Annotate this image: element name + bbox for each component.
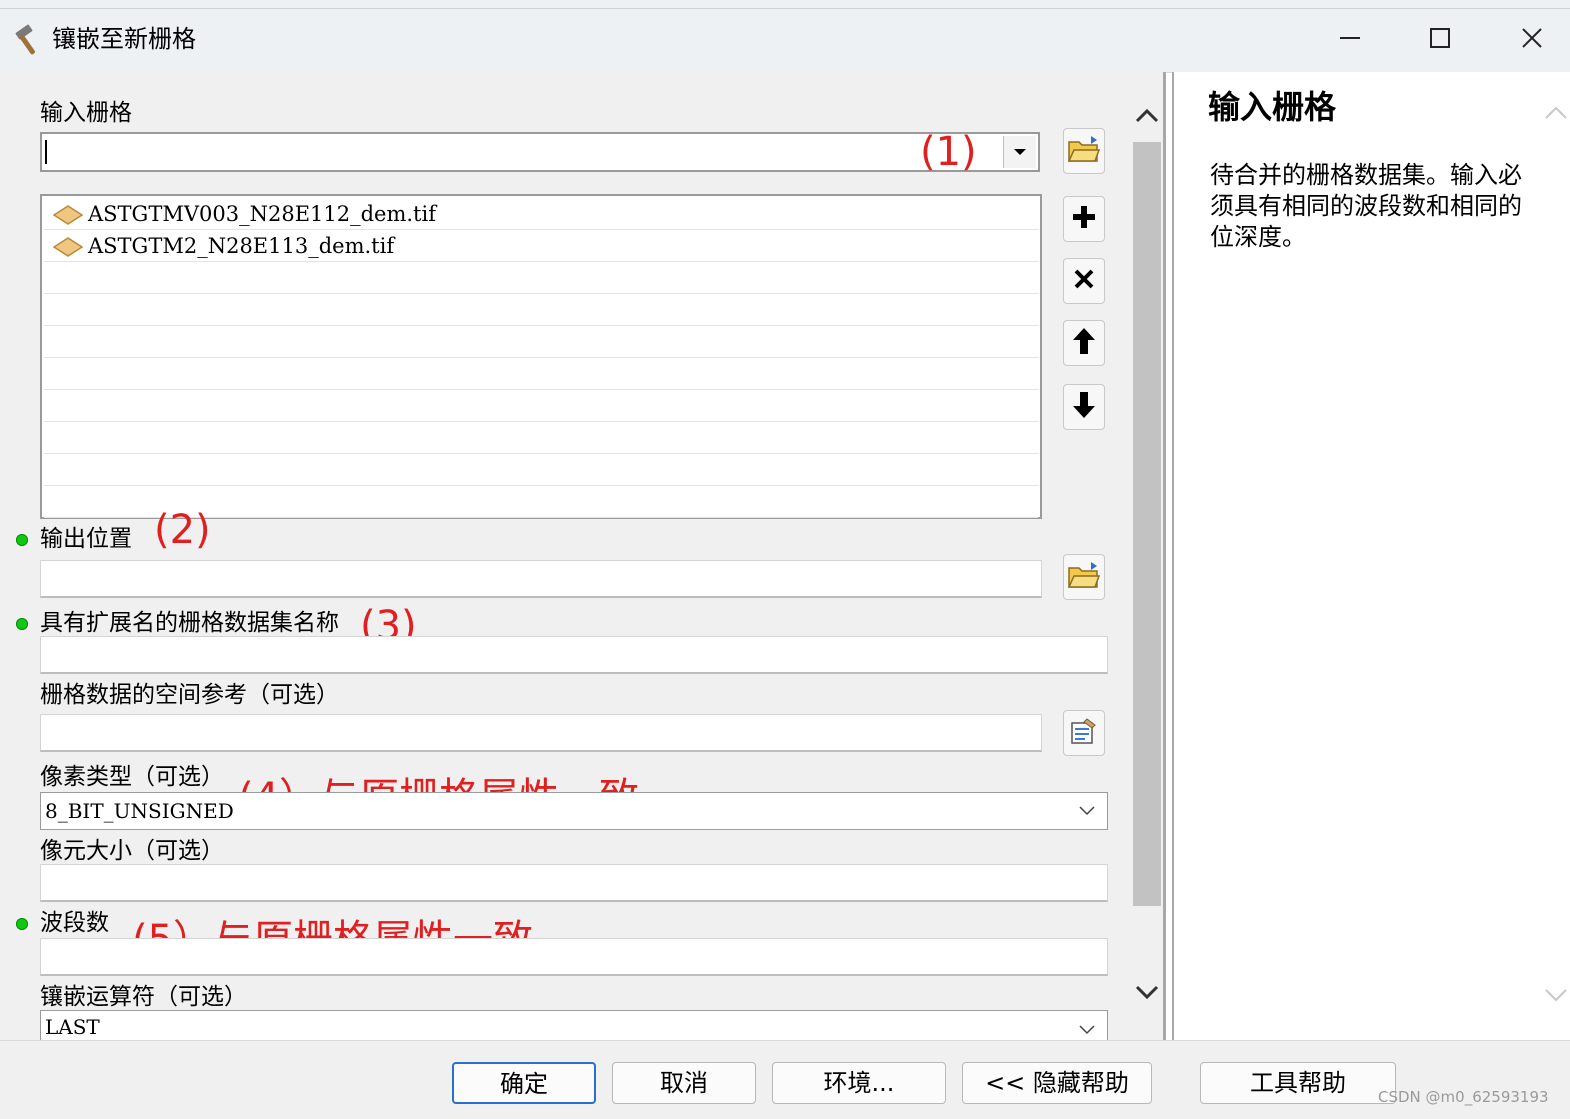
raster-dataset-icon xyxy=(52,204,84,226)
required-dot-icon xyxy=(16,918,28,930)
pixel-type-value: 8_BIT_UNSIGNED xyxy=(45,799,234,823)
required-dot-icon xyxy=(16,618,28,630)
arrow-down-icon xyxy=(1071,390,1097,424)
help-scroll-up-icon[interactable] xyxy=(1544,104,1568,124)
scroll-down-button[interactable] xyxy=(1132,980,1162,1010)
mosaic-operator-label: 镶嵌运算符（可选） xyxy=(40,984,247,1010)
open-folder-icon xyxy=(1067,560,1101,594)
dropdown-arrow-icon[interactable] xyxy=(1003,136,1036,168)
help-scroll-down-icon[interactable] xyxy=(1544,988,1568,1008)
help-text: 待合并的栅格数据集。输入必须具有相同的波段数和相同的位深度。 xyxy=(1210,161,1522,251)
list-item[interactable]: ASTGTM2_N28E113_dem.tif xyxy=(44,230,1038,262)
maximize-button[interactable] xyxy=(1410,14,1470,62)
list-item-label: ASTGTM2_N28E113_dem.tif xyxy=(88,234,395,258)
browse-output-button[interactable] xyxy=(1063,554,1105,600)
pixel-type-label: 像素类型（可选） xyxy=(40,764,224,790)
input-raster-label: 输入栅格 xyxy=(40,100,132,126)
minimize-button[interactable] xyxy=(1320,14,1380,62)
environments-button[interactable]: 环境... xyxy=(772,1062,946,1104)
hide-help-button[interactable]: << 隐藏帮助 xyxy=(962,1062,1152,1104)
cell-size-input[interactable] xyxy=(40,864,1108,902)
band-count-input[interactable] xyxy=(40,938,1108,976)
delete-x-icon xyxy=(1073,268,1095,294)
mosaic-operator-select[interactable]: LAST xyxy=(40,1010,1108,1040)
pixel-type-select[interactable]: 8_BIT_UNSIGNED xyxy=(40,792,1108,830)
move-up-button[interactable] xyxy=(1063,320,1105,366)
close-button[interactable] xyxy=(1502,14,1562,62)
input-raster-list[interactable]: ASTGTMV003_N28E112_dem.tif ASTGTM2_N28E1… xyxy=(40,194,1042,519)
empty-row xyxy=(44,294,1038,326)
tool-help-button[interactable]: 工具帮助 xyxy=(1200,1062,1396,1104)
empty-row xyxy=(44,262,1038,294)
help-title: 输入栅格 xyxy=(1208,88,1337,126)
dataset-name-label: 具有扩展名的栅格数据集名称 xyxy=(40,610,339,636)
raster-dataset-icon xyxy=(52,236,84,258)
text-cursor xyxy=(45,140,47,164)
output-location-input[interactable] xyxy=(40,560,1042,598)
list-item[interactable]: ASTGTMV003_N28E112_dem.tif xyxy=(44,198,1038,230)
dataset-name-input[interactable] xyxy=(40,636,1108,674)
add-button[interactable] xyxy=(1063,196,1105,242)
arrow-up-icon xyxy=(1071,326,1097,360)
scroll-up-button[interactable] xyxy=(1132,102,1162,132)
empty-row xyxy=(44,454,1038,486)
properties-icon xyxy=(1069,716,1099,750)
chevron-down-icon xyxy=(1135,985,1159,1005)
plus-icon xyxy=(1071,204,1097,234)
window-title: 镶嵌至新栅格 xyxy=(52,25,196,53)
vertical-scrollbar-thumb[interactable] xyxy=(1133,142,1161,906)
move-down-button[interactable] xyxy=(1063,384,1105,430)
empty-row xyxy=(44,422,1038,454)
ok-button[interactable]: 确定 xyxy=(452,1062,596,1104)
watermark: CSDN @m0_62593193 xyxy=(1378,1088,1549,1106)
output-location-label: 输出位置 xyxy=(40,526,132,552)
browse-input-button[interactable] xyxy=(1063,128,1105,174)
hammer-icon xyxy=(12,22,46,56)
open-folder-icon xyxy=(1067,134,1101,168)
remove-button[interactable] xyxy=(1063,258,1105,304)
mosaic-operator-value: LAST xyxy=(45,1015,100,1039)
spatial-reference-input[interactable] xyxy=(40,714,1042,752)
annotation-1: (1) xyxy=(920,129,977,175)
band-count-label: 波段数 xyxy=(40,910,109,936)
spatial-reference-label: 栅格数据的空间参考（可选） xyxy=(40,682,339,708)
input-raster-combo[interactable] xyxy=(40,132,1040,172)
empty-row xyxy=(44,326,1038,358)
chevron-down-icon[interactable] xyxy=(1069,796,1105,826)
chevron-up-icon xyxy=(1135,107,1159,127)
spatial-reference-properties-button[interactable] xyxy=(1063,710,1105,756)
empty-row xyxy=(44,358,1038,390)
empty-row xyxy=(44,390,1038,422)
cancel-button[interactable]: 取消 xyxy=(612,1062,756,1104)
required-dot-icon xyxy=(16,534,28,546)
chevron-down-icon[interactable] xyxy=(1069,1015,1105,1040)
cell-size-label: 像元大小（可选） xyxy=(40,838,224,864)
annotation-2: (2) xyxy=(154,507,211,553)
list-item-label: ASTGTMV003_N28E112_dem.tif xyxy=(88,202,436,226)
